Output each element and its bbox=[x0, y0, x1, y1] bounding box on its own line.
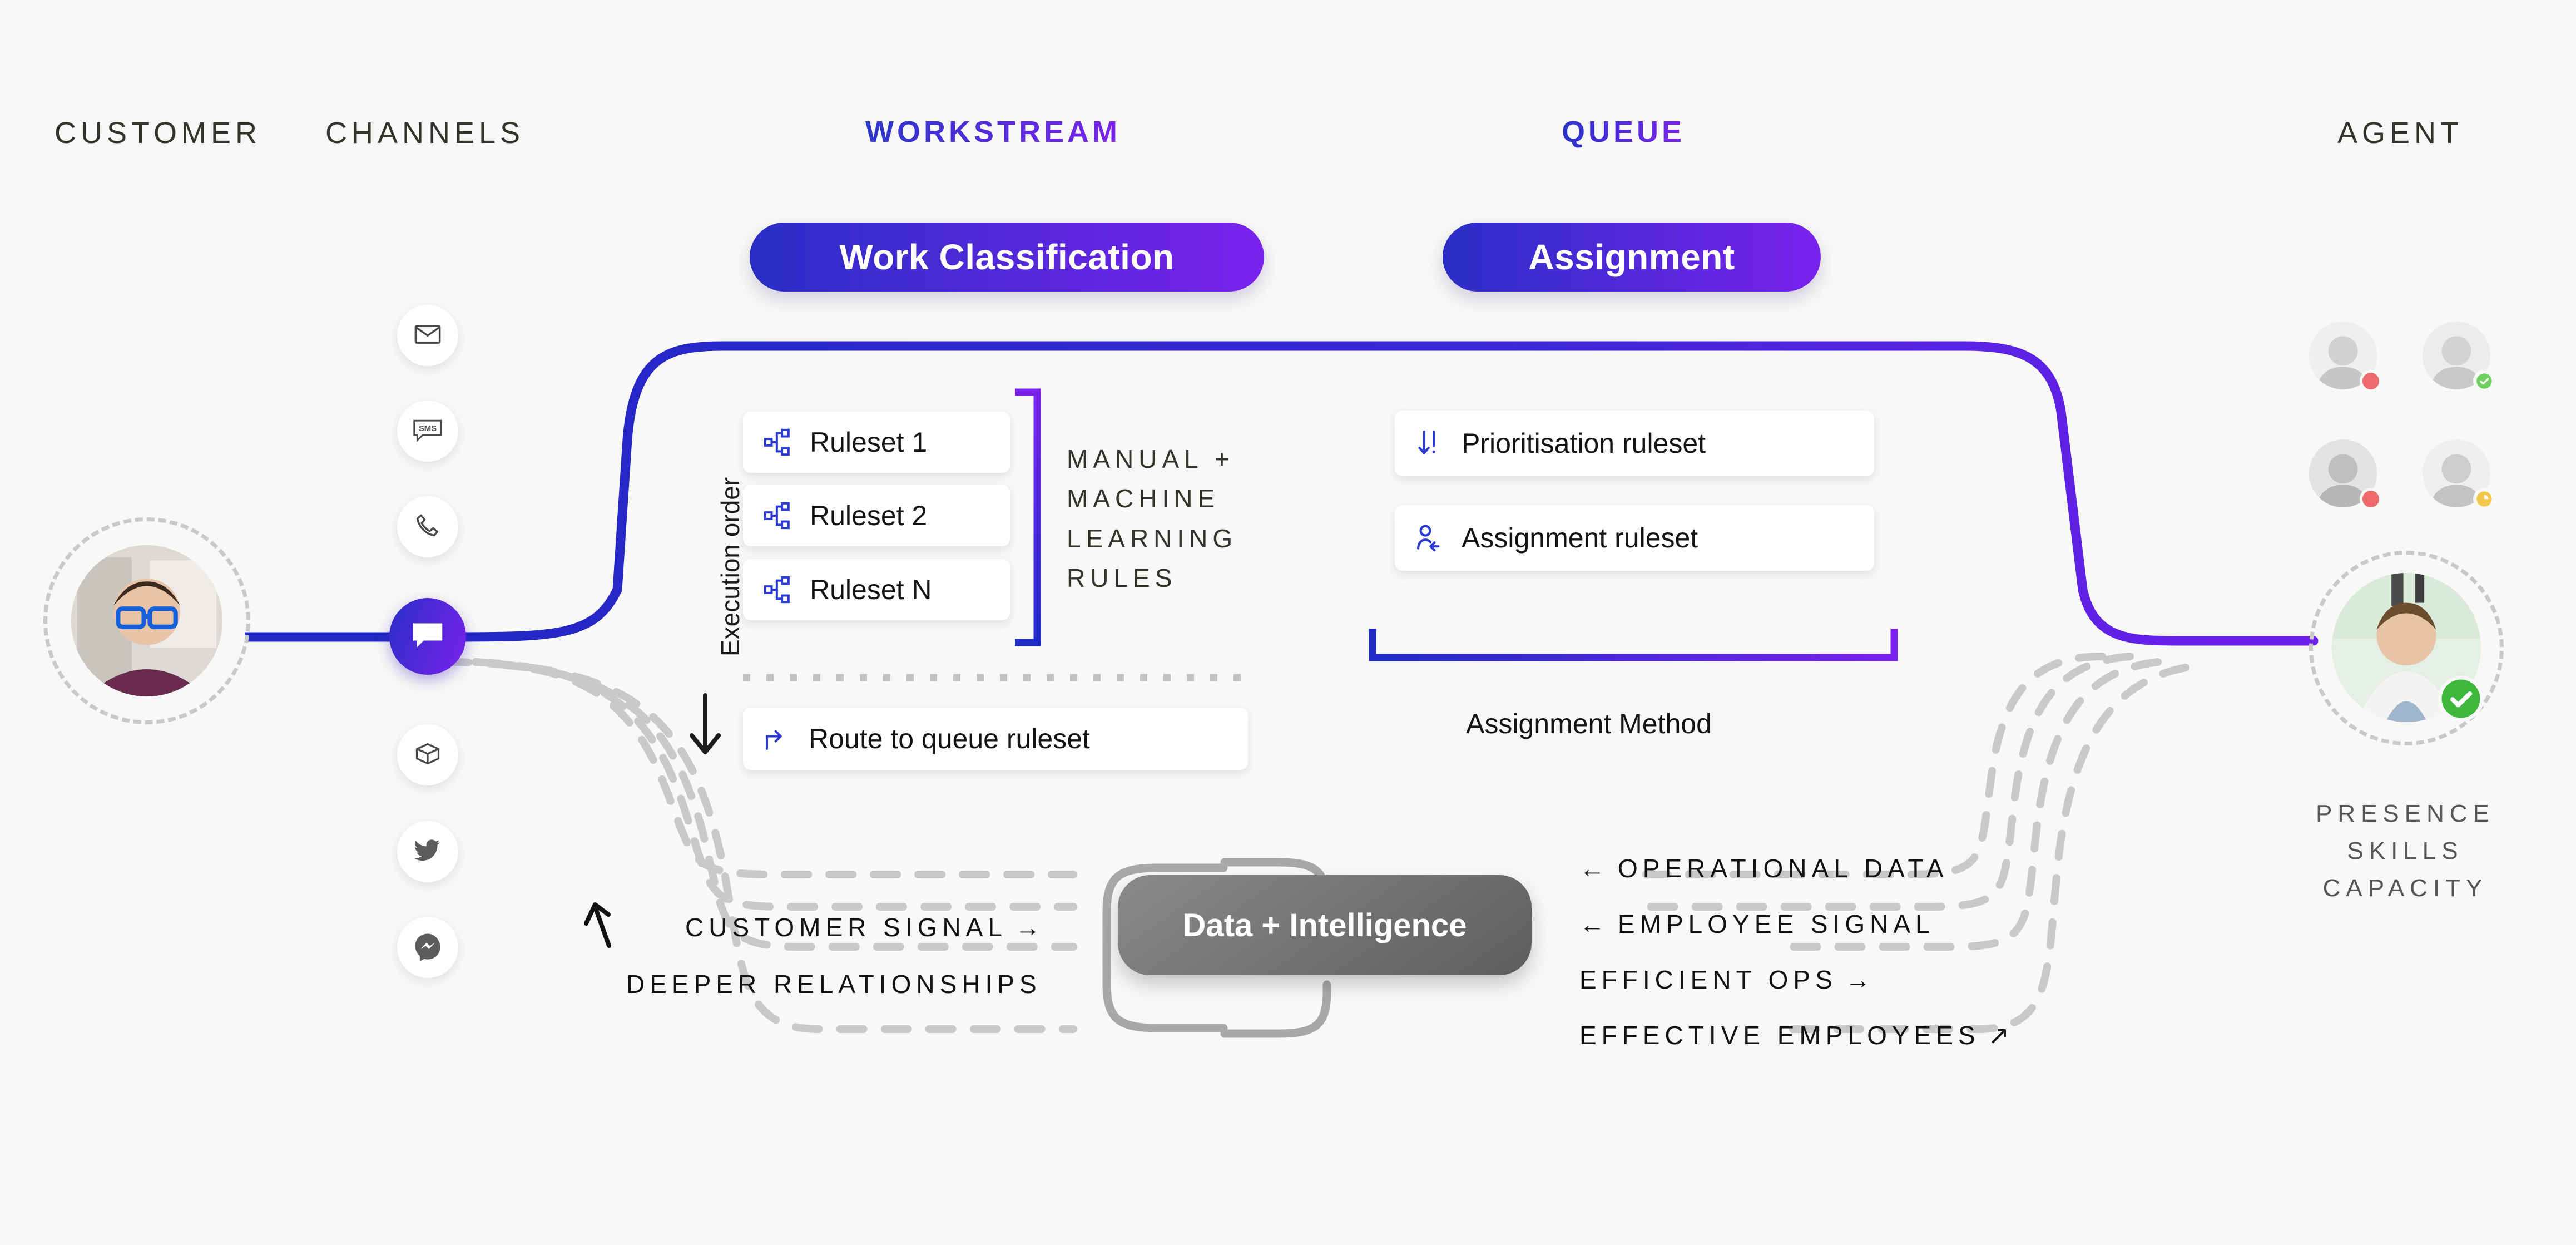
user-assign-icon bbox=[1414, 522, 1445, 554]
route-arrow-icon bbox=[762, 724, 792, 754]
diagram-canvas: CUSTOMER CHANNELS WORKSTREAM QUEUE AGENT… bbox=[0, 0, 2576, 1245]
intelligence-loop-bottom-right bbox=[1220, 980, 1331, 1038]
data-intelligence-pill[interactable]: Data + Intelligence bbox=[1118, 875, 1532, 975]
flow-label-effective-employees-text: EFFECTIVE EMPLOYEES bbox=[1579, 1021, 1980, 1050]
work-classification-pill[interactable]: Work Classification bbox=[750, 223, 1264, 292]
check-icon bbox=[2476, 373, 2492, 389]
arrow-right-icon: → bbox=[1845, 965, 1876, 994]
deeper-relationships-arrow-icon bbox=[584, 902, 611, 948]
ruleset-card-2[interactable]: Ruleset 2 bbox=[743, 485, 1010, 546]
ruleset-card-n-label: Ruleset N bbox=[810, 574, 932, 605]
agent-status-away-1 bbox=[2473, 488, 2495, 510]
sitemap-icon bbox=[762, 427, 793, 458]
flow-label-employee-signal: ← EMPLOYEE SIGNAL bbox=[1579, 909, 1935, 939]
chat-icon bbox=[410, 619, 445, 654]
arrow-left-icon: ← bbox=[1579, 910, 1610, 938]
column-header-workstream: WORKSTREAM bbox=[865, 115, 1121, 149]
assignment-pill[interactable]: Assignment bbox=[1443, 223, 1821, 292]
flow-label-operational-data: ← OPERATIONAL DATA bbox=[1579, 853, 1949, 883]
route-to-queue-card[interactable]: Route to queue ruleset bbox=[743, 708, 1248, 770]
flow-label-efficient-ops-text: EFFICIENT OPS bbox=[1579, 965, 1837, 994]
messenger-icon bbox=[413, 931, 443, 964]
flow-label-efficient-ops: EFFICIENT OPS → bbox=[1579, 965, 1876, 995]
agent-status-busy-1 bbox=[2360, 370, 2382, 392]
prioritisation-ruleset-label: Prioritisation ruleset bbox=[1462, 428, 1706, 459]
dashed-feedback-2 bbox=[472, 658, 1077, 911]
featured-agent-status-available bbox=[2438, 676, 2484, 722]
chat-channel[interactable] bbox=[389, 598, 466, 675]
flow-label-employee-signal-text: EMPLOYEE SIGNAL bbox=[1618, 910, 1935, 938]
arrow-left-icon: ← bbox=[1579, 854, 1610, 883]
sitemap-icon bbox=[762, 500, 793, 531]
flow-label-effective-employees: EFFECTIVE EMPLOYEES ↗ bbox=[1579, 1020, 2014, 1050]
flow-label-deeper-relationships: DEEPER RELATIONSHIPS bbox=[626, 969, 1042, 999]
twitter-icon bbox=[412, 836, 443, 868]
customer-avatar[interactable] bbox=[71, 545, 222, 696]
arrow-right-icon: → bbox=[1014, 913, 1046, 942]
execution-order-arrow-icon bbox=[690, 693, 721, 754]
twitter-channel[interactable] bbox=[397, 821, 458, 882]
flow-lines-layer bbox=[245, 341, 2319, 1038]
assignment-ruleset-card[interactable]: Assignment ruleset bbox=[1395, 505, 1874, 571]
ruleset-card-2-label: Ruleset 2 bbox=[810, 500, 928, 531]
route-to-queue-label: Route to queue ruleset bbox=[809, 723, 1090, 754]
column-header-customer: CUSTOMER bbox=[55, 116, 262, 150]
ruleset-card-1[interactable]: Ruleset 1 bbox=[743, 412, 1010, 473]
messenger-channel[interactable] bbox=[397, 917, 458, 978]
flow-label-customer-signal: CUSTOMER SIGNAL → bbox=[685, 912, 1046, 942]
email-channel[interactable] bbox=[397, 305, 458, 366]
work-classification-label: Work Classification bbox=[839, 237, 1175, 277]
agent-status-busy-2 bbox=[2360, 488, 2382, 510]
rules-caption: MANUAL + MACHINE LEARNING RULES bbox=[1067, 444, 1238, 592]
flow-label-operational-data-text: OPERATIONAL DATA bbox=[1618, 854, 1949, 883]
column-header-agent: AGENT bbox=[2337, 116, 2464, 150]
ruleset-card-1-label: Ruleset 1 bbox=[810, 427, 928, 458]
arrow-right-up-icon: ↗ bbox=[1988, 1021, 2015, 1050]
assignment-ruleset-label: Assignment ruleset bbox=[1462, 522, 1698, 554]
assignment-method-caption: Assignment Method bbox=[1466, 708, 1712, 739]
flow-label-deeper-relationships-text: DEEPER RELATIONSHIPS bbox=[626, 970, 1042, 999]
svg-text:SMS: SMS bbox=[419, 423, 437, 433]
prioritisation-ruleset-card[interactable]: Prioritisation ruleset bbox=[1395, 411, 1874, 476]
ruleset-card-n[interactable]: Ruleset N bbox=[743, 559, 1010, 620]
column-header-channels: CHANNELS bbox=[325, 116, 525, 150]
dashed-agent-feedback-3 bbox=[1776, 658, 2162, 951]
flow-label-customer-signal-text: CUSTOMER SIGNAL bbox=[685, 913, 1007, 942]
execution-order-label: Execution order bbox=[716, 477, 745, 656]
package-channel[interactable] bbox=[397, 724, 458, 785]
assignment-method-bracket bbox=[1369, 629, 1898, 661]
voice-channel[interactable] bbox=[397, 496, 458, 557]
agent-attributes-caption: PRESENCE SKILLS CAPACITY bbox=[2315, 800, 2495, 902]
priority-down-icon bbox=[1414, 428, 1445, 459]
agent-status-available-1 bbox=[2473, 370, 2495, 392]
sms-icon: SMS bbox=[412, 416, 443, 447]
sms-channel[interactable]: SMS bbox=[397, 401, 458, 462]
sitemap-icon bbox=[762, 574, 793, 605]
package-icon bbox=[413, 739, 442, 771]
clock-icon bbox=[2476, 491, 2492, 507]
check-icon bbox=[2441, 679, 2480, 718]
assignment-label: Assignment bbox=[1528, 237, 1735, 277]
column-header-queue: QUEUE bbox=[1562, 115, 1686, 149]
customer-photo bbox=[71, 545, 222, 696]
rules-bracket bbox=[1015, 388, 1041, 646]
phone-icon bbox=[413, 511, 442, 543]
dashed-agent-feedback-1 bbox=[1642, 653, 2106, 878]
envelope-icon bbox=[413, 320, 442, 352]
data-intelligence-label: Data + Intelligence bbox=[1182, 907, 1467, 943]
